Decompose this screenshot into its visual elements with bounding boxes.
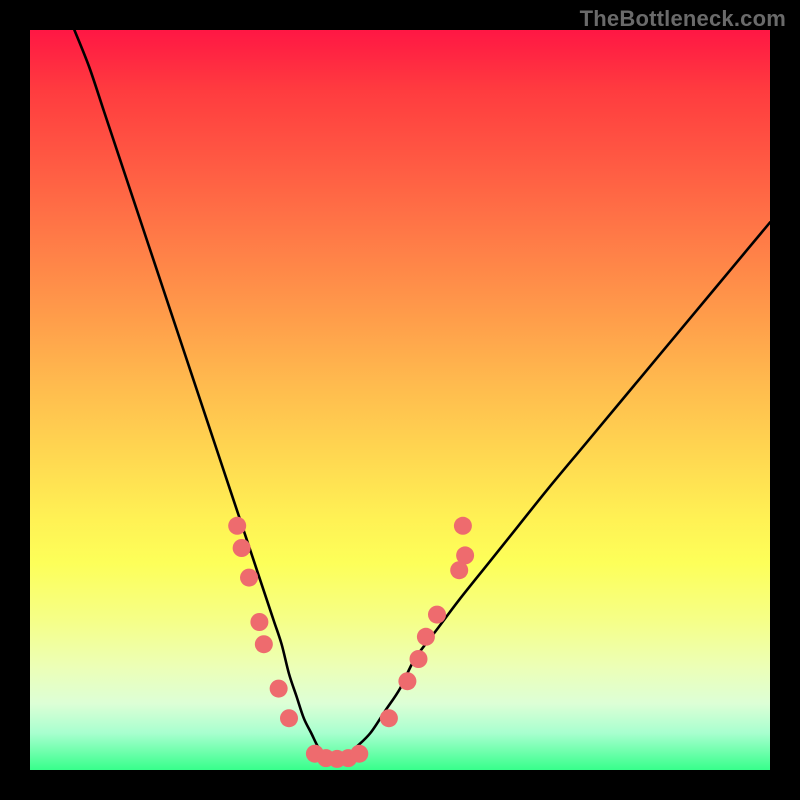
chart-frame: TheBottleneck.com bbox=[0, 0, 800, 800]
watermark-label: TheBottleneck.com bbox=[580, 6, 786, 32]
gradient-plot-background bbox=[30, 30, 770, 770]
